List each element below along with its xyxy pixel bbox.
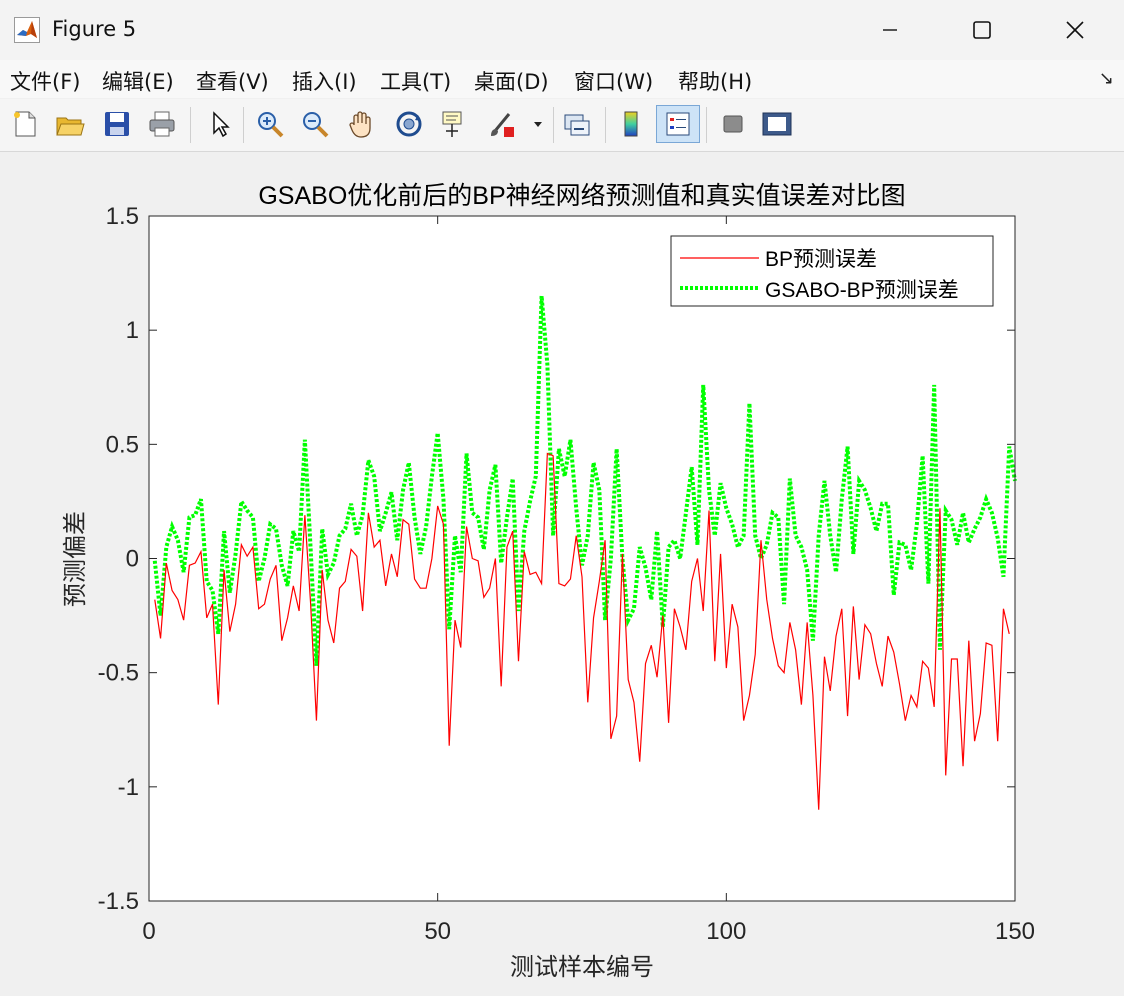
- legend-label-gsabo: GSABO-BP预测误差: [765, 279, 959, 302]
- rotate-3d-button[interactable]: [392, 107, 426, 141]
- hide-plot-tools-icon: [723, 115, 743, 133]
- maximize-icon: [973, 21, 991, 39]
- matlab-logo-icon: [14, 17, 40, 43]
- y-tick-label: -1: [118, 774, 139, 801]
- toolbar-separator: [605, 107, 606, 143]
- x-axis-label: 测试样本编号: [510, 954, 654, 981]
- y-axis-label: 预测偏差: [62, 511, 89, 607]
- window-title: Figure 5: [52, 17, 137, 41]
- menu-desktop[interactable]: 桌面(D): [474, 66, 549, 96]
- y-tick-label: -0.5: [98, 660, 139, 687]
- menu-file[interactable]: 文件(F): [10, 66, 80, 96]
- hide-plot-tools-button[interactable]: [716, 107, 750, 141]
- colorbar-button[interactable]: [614, 107, 648, 141]
- minimize-button[interactable]: [870, 12, 910, 48]
- minimize-icon: [883, 29, 897, 31]
- toolbar-separator: [706, 107, 707, 143]
- menu-edit[interactable]: 编辑(E): [102, 66, 174, 96]
- dock-figure-icon[interactable]: ↘: [1099, 68, 1114, 89]
- menu-tools[interactable]: 工具(T): [380, 66, 451, 96]
- close-icon: [1066, 21, 1084, 39]
- new-figure-icon: [14, 111, 36, 137]
- y-tick-label: 1.5: [106, 203, 139, 230]
- select-arrow-icon: [213, 111, 230, 138]
- menu-bar: 文件(F) 编辑(E) 查看(V) 插入(I) 工具(T) 桌面(D) 窗口(W…: [0, 60, 1124, 98]
- toolbar-separator: [190, 107, 191, 143]
- chart-svg[interactable]: 0 50 100 150 -1.5 -1 -0.5 0 0.5 1 1.5 GSABO优化前后的BP…: [3, 152, 1119, 992]
- figure-window: Figure 5 文件(F) 编辑(E) 查看(V) 插入(I) 工具(T) 桌…: [0, 0, 1124, 995]
- show-plot-tools-icon: [762, 112, 792, 136]
- zoom-in-icon: [258, 112, 284, 138]
- y-tick-label: -1.5: [98, 888, 139, 915]
- zoom-out-button[interactable]: [298, 107, 332, 141]
- menu-help[interactable]: 帮助(H): [678, 66, 752, 96]
- brush-dropdown-icon: [534, 122, 542, 127]
- show-plot-tools-button[interactable]: [760, 107, 794, 141]
- x-tick-label: 50: [424, 918, 451, 945]
- edit-plot-button[interactable]: [203, 107, 237, 141]
- link-plot-icon: [564, 114, 590, 136]
- new-figure-button[interactable]: [8, 107, 42, 141]
- title-bar[interactable]: Figure 5: [0, 0, 1124, 60]
- menu-view[interactable]: 查看(V): [196, 66, 269, 96]
- figure-canvas: 0 50 100 150 -1.5 -1 -0.5 0 0.5 1 1.5 GSABO优化前后的BP…: [3, 152, 1119, 992]
- print-icon: [149, 111, 175, 137]
- brush-icon: [491, 113, 514, 137]
- pan-button[interactable]: [344, 107, 378, 141]
- legend-button[interactable]: [656, 105, 700, 143]
- y-tick-label: 0.5: [106, 431, 139, 458]
- data-cursor-icon: [442, 111, 462, 137]
- open-file-button[interactable]: [53, 107, 87, 141]
- y-tick-label: 1: [126, 317, 139, 344]
- save-button[interactable]: [100, 107, 134, 141]
- legend-label-bp: BP预测误差: [765, 248, 877, 271]
- legend-icon: [666, 112, 690, 136]
- legend[interactable]: BP预测误差 GSABO-BP预测误差: [670, 235, 994, 307]
- link-plot-button[interactable]: [560, 107, 594, 141]
- pan-hand-icon: [349, 111, 371, 138]
- x-tick-label: 150: [995, 918, 1035, 945]
- toolbar-separator: [243, 107, 244, 143]
- save-icon: [105, 112, 129, 136]
- x-tick-label: 100: [706, 918, 746, 945]
- data-cursor-button[interactable]: [437, 107, 471, 141]
- brush-dropdown-button[interactable]: [528, 107, 548, 141]
- maximize-button[interactable]: [962, 12, 1002, 48]
- print-button[interactable]: [145, 107, 179, 141]
- chart-title: GSABO优化前后的BP神经网络预测值和真实值误差对比图: [258, 182, 905, 210]
- colorbar-icon: [624, 111, 638, 137]
- zoom-in-button[interactable]: [253, 107, 287, 141]
- y-tick-label: 0: [126, 546, 139, 573]
- zoom-out-icon: [303, 112, 329, 138]
- figure-toolbar: [0, 99, 1124, 152]
- x-tick-label: 0: [142, 918, 155, 945]
- brush-button[interactable]: [485, 107, 519, 141]
- toolbar-separator: [553, 107, 554, 143]
- menu-window[interactable]: 窗口(W): [574, 66, 653, 96]
- open-file-icon: [56, 117, 85, 136]
- rotate-3d-icon: [396, 111, 422, 137]
- close-button[interactable]: [1055, 12, 1095, 48]
- menu-insert[interactable]: 插入(I): [292, 66, 357, 96]
